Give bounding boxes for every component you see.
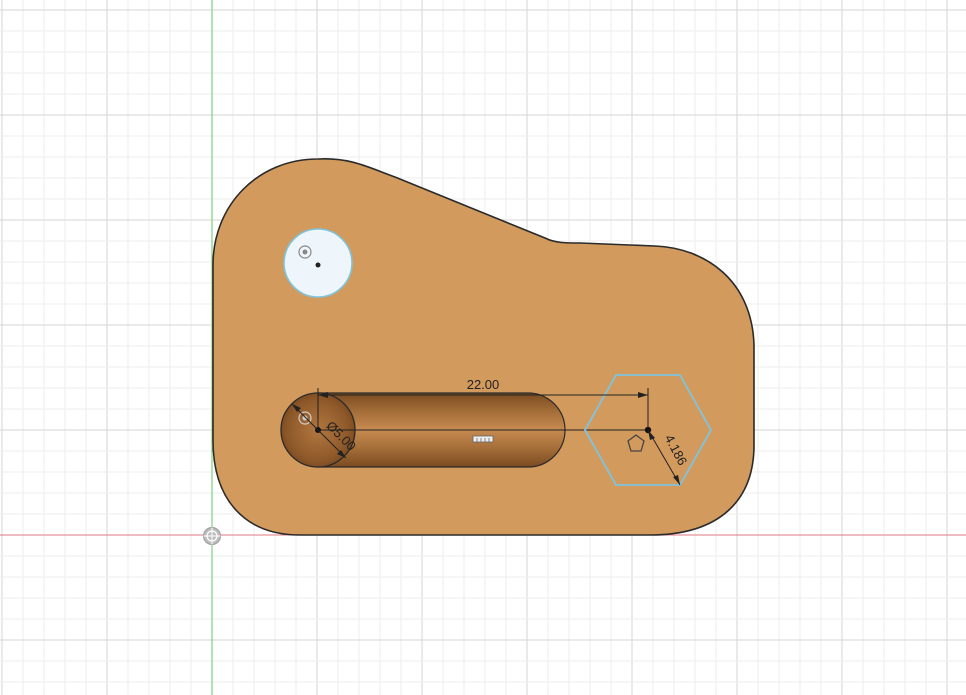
origin-icon[interactable]: [203, 527, 221, 545]
mounting-hole[interactable]: [283, 228, 353, 298]
slot-feature-icon[interactable]: [472, 435, 494, 443]
sketch-canvas[interactable]: 22.00 Ø5.00 4.186: [0, 0, 966, 695]
hole-center-point[interactable]: [315, 262, 321, 268]
slot-length-dimension-text[interactable]: 22.00: [467, 377, 500, 392]
part-body[interactable]: [212, 157, 755, 536]
